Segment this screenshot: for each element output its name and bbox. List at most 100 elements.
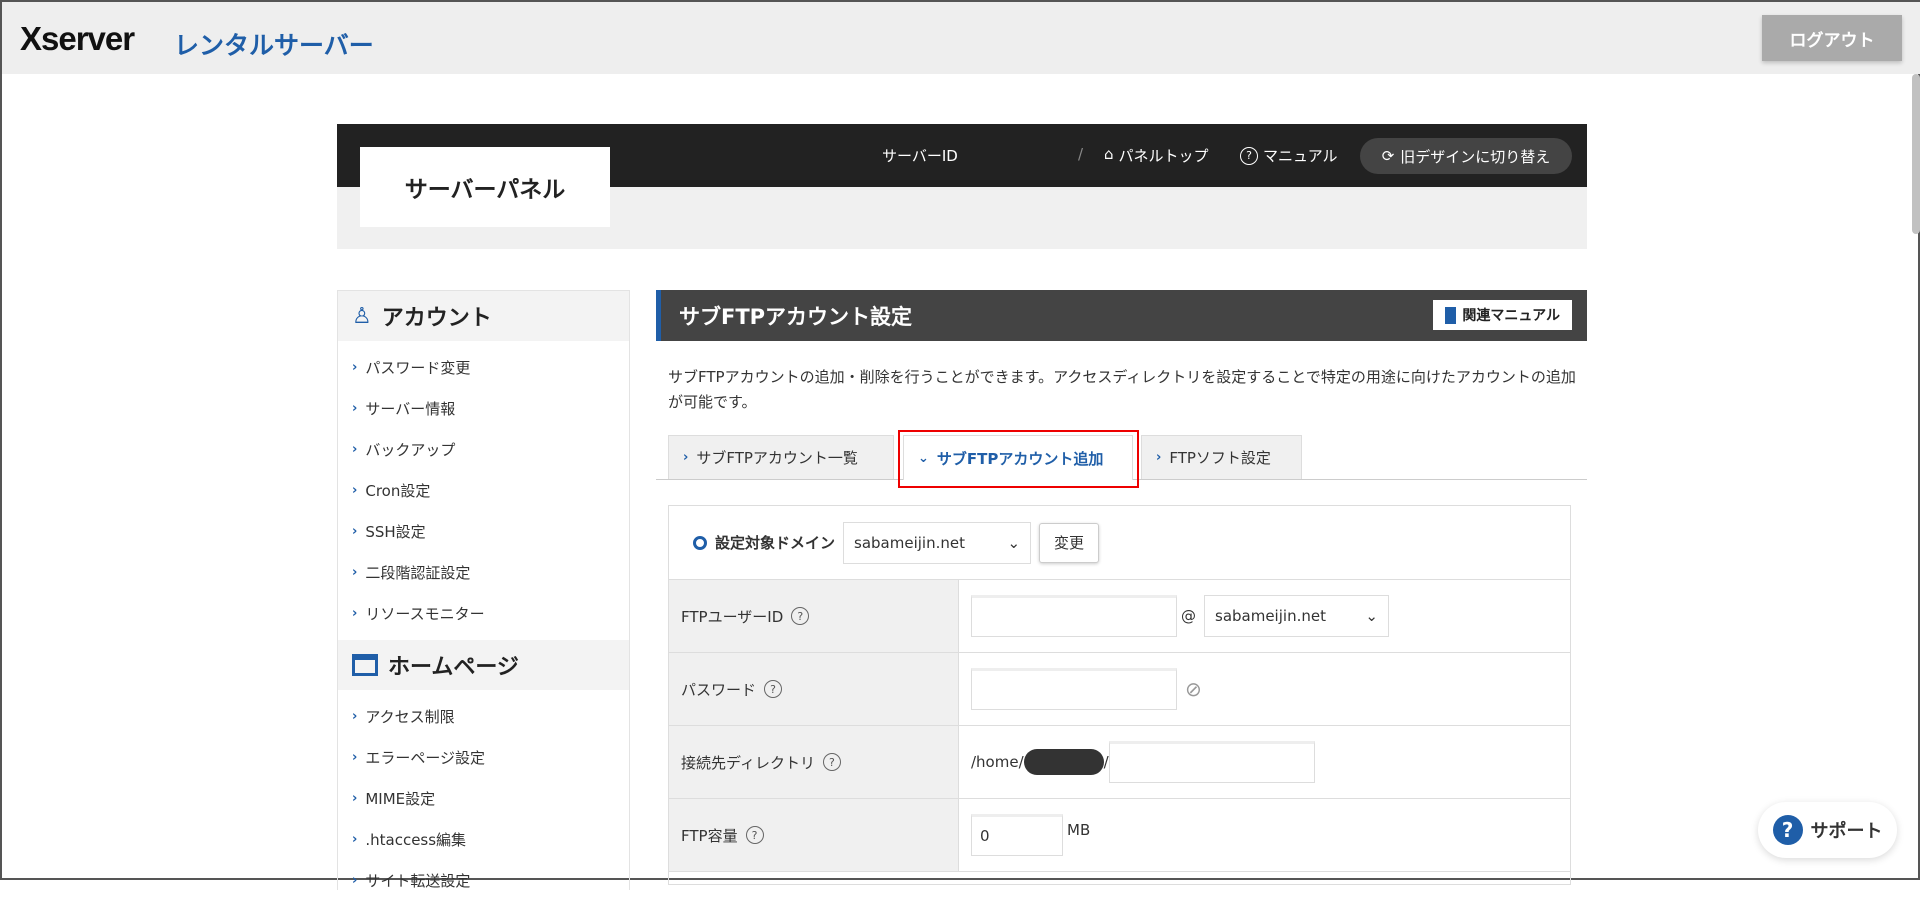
related-manual-button[interactable]: 関連マニュアル — [1433, 300, 1572, 330]
item-label: リソースモニター — [365, 605, 485, 623]
scrollbar[interactable] — [1912, 74, 1920, 234]
ftp-domain-select[interactable]: sabameijin.net ⌄ — [1204, 595, 1389, 637]
tab-ftp-software[interactable]: › FTPソフト設定 — [1141, 435, 1302, 479]
row-value: ⊘ — [959, 653, 1570, 725]
sidebar-item[interactable]: › 二段階認証設定 — [338, 552, 629, 593]
sidebar-item[interactable]: › MIME設定 — [338, 778, 629, 819]
home-prefix: /home/ — [971, 753, 1024, 771]
book-icon — [1445, 306, 1457, 324]
redacted-username — [1023, 749, 1104, 775]
add-account-form: 設定対象ドメイン sabameijin.net ⌄ 変更 FTPユーザーID? @… — [668, 505, 1571, 885]
row-value: @ sabameijin.net ⌄ — [959, 580, 1570, 652]
sidebar-item[interactable]: › バックアップ — [338, 429, 629, 470]
sidebar-item[interactable]: › リソースモニター — [338, 593, 629, 634]
item-label: MIME設定 — [365, 790, 436, 808]
sidebar-item[interactable]: › アクセス制限 — [338, 696, 629, 737]
home-icon: ⌂ — [1104, 145, 1114, 163]
help-icon[interactable]: ? — [764, 680, 783, 698]
section-title: アカウント — [381, 306, 492, 331]
chevron-right-icon: › — [1156, 450, 1162, 465]
question-icon: ? — [1772, 815, 1803, 845]
manual-link[interactable]: ? マニュアル — [1240, 145, 1338, 166]
sidebar-section-account: ♙ アカウント — [338, 291, 629, 341]
sidebar-item[interactable]: › .htaccess編集 — [338, 819, 629, 860]
row-label: FTPユーザーID? — [669, 580, 959, 652]
row-label: パスワード? — [669, 653, 959, 725]
chevron-right-icon: › — [352, 832, 358, 847]
sidebar-section-homepage: ホームページ — [338, 640, 629, 690]
chevron-right-icon: › — [352, 750, 358, 765]
sidebar-item[interactable]: › サーバー情報 — [338, 388, 629, 429]
item-label: エラーページ設定 — [365, 749, 486, 767]
switch-old-design-button[interactable]: ⟳ 旧デザインに切り替え — [1360, 138, 1572, 174]
help-icon[interactable]: ? — [745, 826, 764, 844]
logout-button[interactable]: ログアウト — [1762, 15, 1902, 61]
label-text: FTPユーザーID — [681, 607, 784, 626]
page-title-bar: サブFTPアカウント設定 関連マニュアル — [656, 290, 1587, 341]
row-value: 0 MB — [959, 799, 1570, 871]
logo-subtitle: レンタルサーバー — [174, 31, 374, 60]
help-icon[interactable]: ? — [822, 753, 841, 771]
row-value: /home/ / — [959, 726, 1570, 798]
tab-account-list[interactable]: › サブFTPアカウント一覧 — [668, 435, 894, 479]
at-sign: @ — [1181, 607, 1196, 625]
chevron-down-icon: ⌄ — [1365, 607, 1378, 625]
chevron-right-icon: › — [352, 565, 358, 580]
support-button[interactable]: ? サポート — [1758, 802, 1897, 858]
highlight-box — [898, 430, 1139, 488]
manual-label: マニュアル — [1263, 147, 1338, 165]
sidebar-item[interactable]: › パスワード変更 — [338, 347, 629, 388]
directory-input[interactable] — [1108, 741, 1315, 783]
form-row-capacity: FTP容量? 0 MB — [669, 799, 1570, 872]
page-title: サブFTPアカウント設定 — [679, 304, 913, 329]
sidebar-item[interactable]: › サイト転送設定 — [338, 860, 629, 901]
separator: / — [1078, 145, 1084, 163]
item-label: サイト転送設定 — [365, 872, 471, 890]
xserver-logo[interactable]: Xserver — [20, 20, 135, 58]
section-title: ホームページ — [388, 655, 519, 680]
eye-slash-icon[interactable]: ⊘ — [1185, 677, 1202, 701]
chevron-right-icon: › — [352, 791, 358, 806]
item-label: .htaccess編集 — [365, 831, 467, 849]
chevron-down-icon: ⌄ — [1007, 533, 1021, 552]
chevron-right-icon: › — [352, 709, 358, 724]
form-row-ftp-user-id: FTPユーザーID? @ sabameijin.net ⌄ — [669, 580, 1570, 653]
help-icon[interactable]: ? — [791, 607, 810, 625]
user-icon: ♙ — [352, 303, 372, 329]
domain-row: 設定対象ドメイン sabameijin.net ⌄ 変更 — [669, 506, 1570, 580]
old-design-label: 旧デザインに切り替え — [1400, 147, 1551, 166]
browser-window-icon — [352, 654, 378, 676]
domain-select[interactable]: sabameijin.net ⌄ — [843, 521, 1032, 564]
domain-label: 設定対象ドメイン — [715, 534, 836, 552]
sidebar-item[interactable]: › SSH設定 — [338, 511, 629, 552]
sidebar-item[interactable]: › Cron設定 — [338, 470, 629, 511]
chevron-right-icon: › — [352, 401, 358, 416]
tab-label: サブFTPアカウント一覧 — [696, 449, 858, 467]
sidebar-item[interactable]: › エラーページ設定 — [338, 737, 629, 778]
change-domain-button[interactable]: 変更 — [1039, 522, 1100, 563]
form-row-password: パスワード? ⊘ — [669, 653, 1570, 726]
item-label: パスワード変更 — [365, 359, 471, 377]
ftp-user-id-input[interactable] — [971, 595, 1177, 637]
radio-circle-icon — [693, 535, 707, 550]
item-label: Cron設定 — [365, 482, 431, 500]
chevron-right-icon: › — [352, 483, 358, 498]
chevron-right-icon: › — [352, 524, 358, 539]
label-text: パスワード — [681, 680, 757, 699]
item-label: サーバー情報 — [365, 400, 456, 418]
panel-title: サーバーパネル — [360, 147, 610, 227]
unit-label: MB — [1067, 821, 1091, 839]
capacity-input[interactable]: 0 — [971, 814, 1063, 856]
tab-label: FTPソフト設定 — [1169, 449, 1271, 467]
item-label: アクセス制限 — [365, 708, 455, 726]
chevron-right-icon: › — [352, 873, 358, 888]
sidebar: ♙ アカウント › パスワード変更 › サーバー情報 › バックアップ › Cron設定 … — [337, 290, 630, 890]
domain-select-value: sabameijin.net — [854, 533, 965, 552]
item-label: バックアップ — [365, 441, 456, 459]
password-input[interactable] — [971, 668, 1177, 710]
chevron-right-icon: › — [352, 360, 358, 375]
select-value: sabameijin.net — [1215, 607, 1326, 625]
form-row-directory: 接続先ディレクトリ? /home/ / — [669, 726, 1570, 799]
panel-top-link[interactable]: ⌂ パネルトップ — [1104, 145, 1209, 166]
refresh-icon: ⟳ — [1381, 147, 1395, 165]
